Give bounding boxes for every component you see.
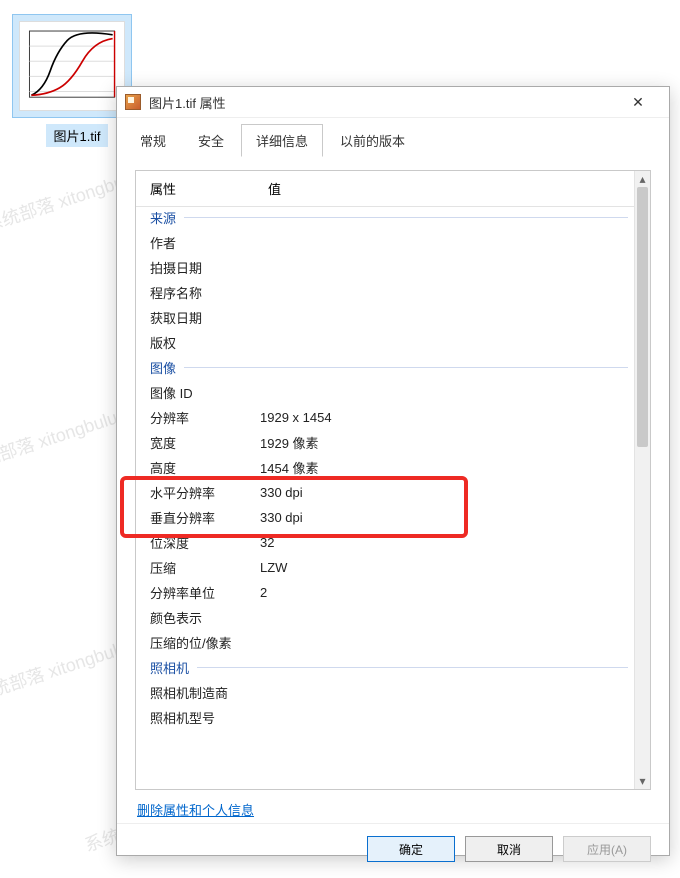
header-property[interactable]: 属性 (136, 171, 260, 206)
row-bit-depth[interactable]: 位深度32 (136, 530, 634, 555)
section-image: 图像 (136, 355, 634, 380)
section-origin: 来源 (136, 205, 634, 230)
row-camera-model[interactable]: 照相机型号 (136, 705, 634, 730)
tab-general[interactable]: 常规 (125, 124, 181, 157)
row-date-acquired[interactable]: 获取日期 (136, 305, 634, 330)
tab-bar: 常规 安全 详细信息 以前的版本 (117, 118, 669, 157)
row-color-rep[interactable]: 颜色表示 (136, 605, 634, 630)
remove-properties-link[interactable]: 删除属性和个人信息 (137, 803, 254, 818)
listview-header[interactable]: 属性 值 (136, 171, 650, 207)
row-horizontal-dpi[interactable]: 水平分辨率330 dpi (136, 480, 634, 505)
file-thumbnail (12, 14, 132, 118)
scroll-down-icon[interactable]: ▾ (635, 773, 650, 789)
row-width[interactable]: 宽度1929 像素 (136, 430, 634, 455)
thumbnail-chart-icon (20, 22, 124, 110)
row-compression[interactable]: 压缩LZW (136, 555, 634, 580)
row-vertical-dpi[interactable]: 垂直分辨率330 dpi (136, 505, 634, 530)
row-height[interactable]: 高度1454 像素 (136, 455, 634, 480)
titlebar[interactable]: 图片1.tif 属性 ✕ (117, 87, 669, 118)
close-icon: ✕ (632, 94, 644, 111)
row-camera-make[interactable]: 照相机制造商 (136, 680, 634, 705)
row-resolution-unit[interactable]: 分辨率单位2 (136, 580, 634, 605)
scroll-up-icon[interactable]: ▴ (635, 171, 650, 187)
scrollbar[interactable]: ▴ ▾ (634, 171, 650, 789)
scroll-thumb[interactable] (637, 187, 648, 447)
cancel-button[interactable]: 取消 (465, 836, 553, 862)
close-button[interactable]: ✕ (615, 87, 661, 117)
row-image-id[interactable]: 图像 ID (136, 380, 634, 405)
ok-button[interactable]: 确定 (367, 836, 455, 862)
row-author[interactable]: 作者 (136, 230, 634, 255)
apply-button[interactable]: 应用(A) (563, 836, 651, 862)
details-listview[interactable]: 属性 值 来源 作者 拍摄日期 程序名称 获取日期 版权 图像 图像 ID 分辨… (135, 170, 651, 790)
row-resolution[interactable]: 分辨率1929 x 1454 (136, 405, 634, 430)
properties-dialog: 图片1.tif 属性 ✕ 常规 安全 详细信息 以前的版本 属性 值 来源 作者… (116, 86, 670, 856)
row-compressed-bpp[interactable]: 压缩的位/像素 (136, 630, 634, 655)
row-copyright[interactable]: 版权 (136, 330, 634, 355)
section-camera: 照相机 (136, 655, 634, 680)
row-date-taken[interactable]: 拍摄日期 (136, 255, 634, 280)
tab-security[interactable]: 安全 (183, 124, 239, 157)
dialog-title: 图片1.tif 属性 (149, 93, 226, 112)
app-icon (125, 94, 141, 110)
dialog-buttons: 确定 取消 应用(A) (117, 823, 669, 878)
tab-details[interactable]: 详细信息 (241, 124, 323, 157)
header-value[interactable]: 值 (260, 171, 650, 206)
tab-previous-versions[interactable]: 以前的版本 (325, 124, 420, 157)
file-label: 图片1.tif (46, 124, 109, 147)
row-program-name[interactable]: 程序名称 (136, 280, 634, 305)
